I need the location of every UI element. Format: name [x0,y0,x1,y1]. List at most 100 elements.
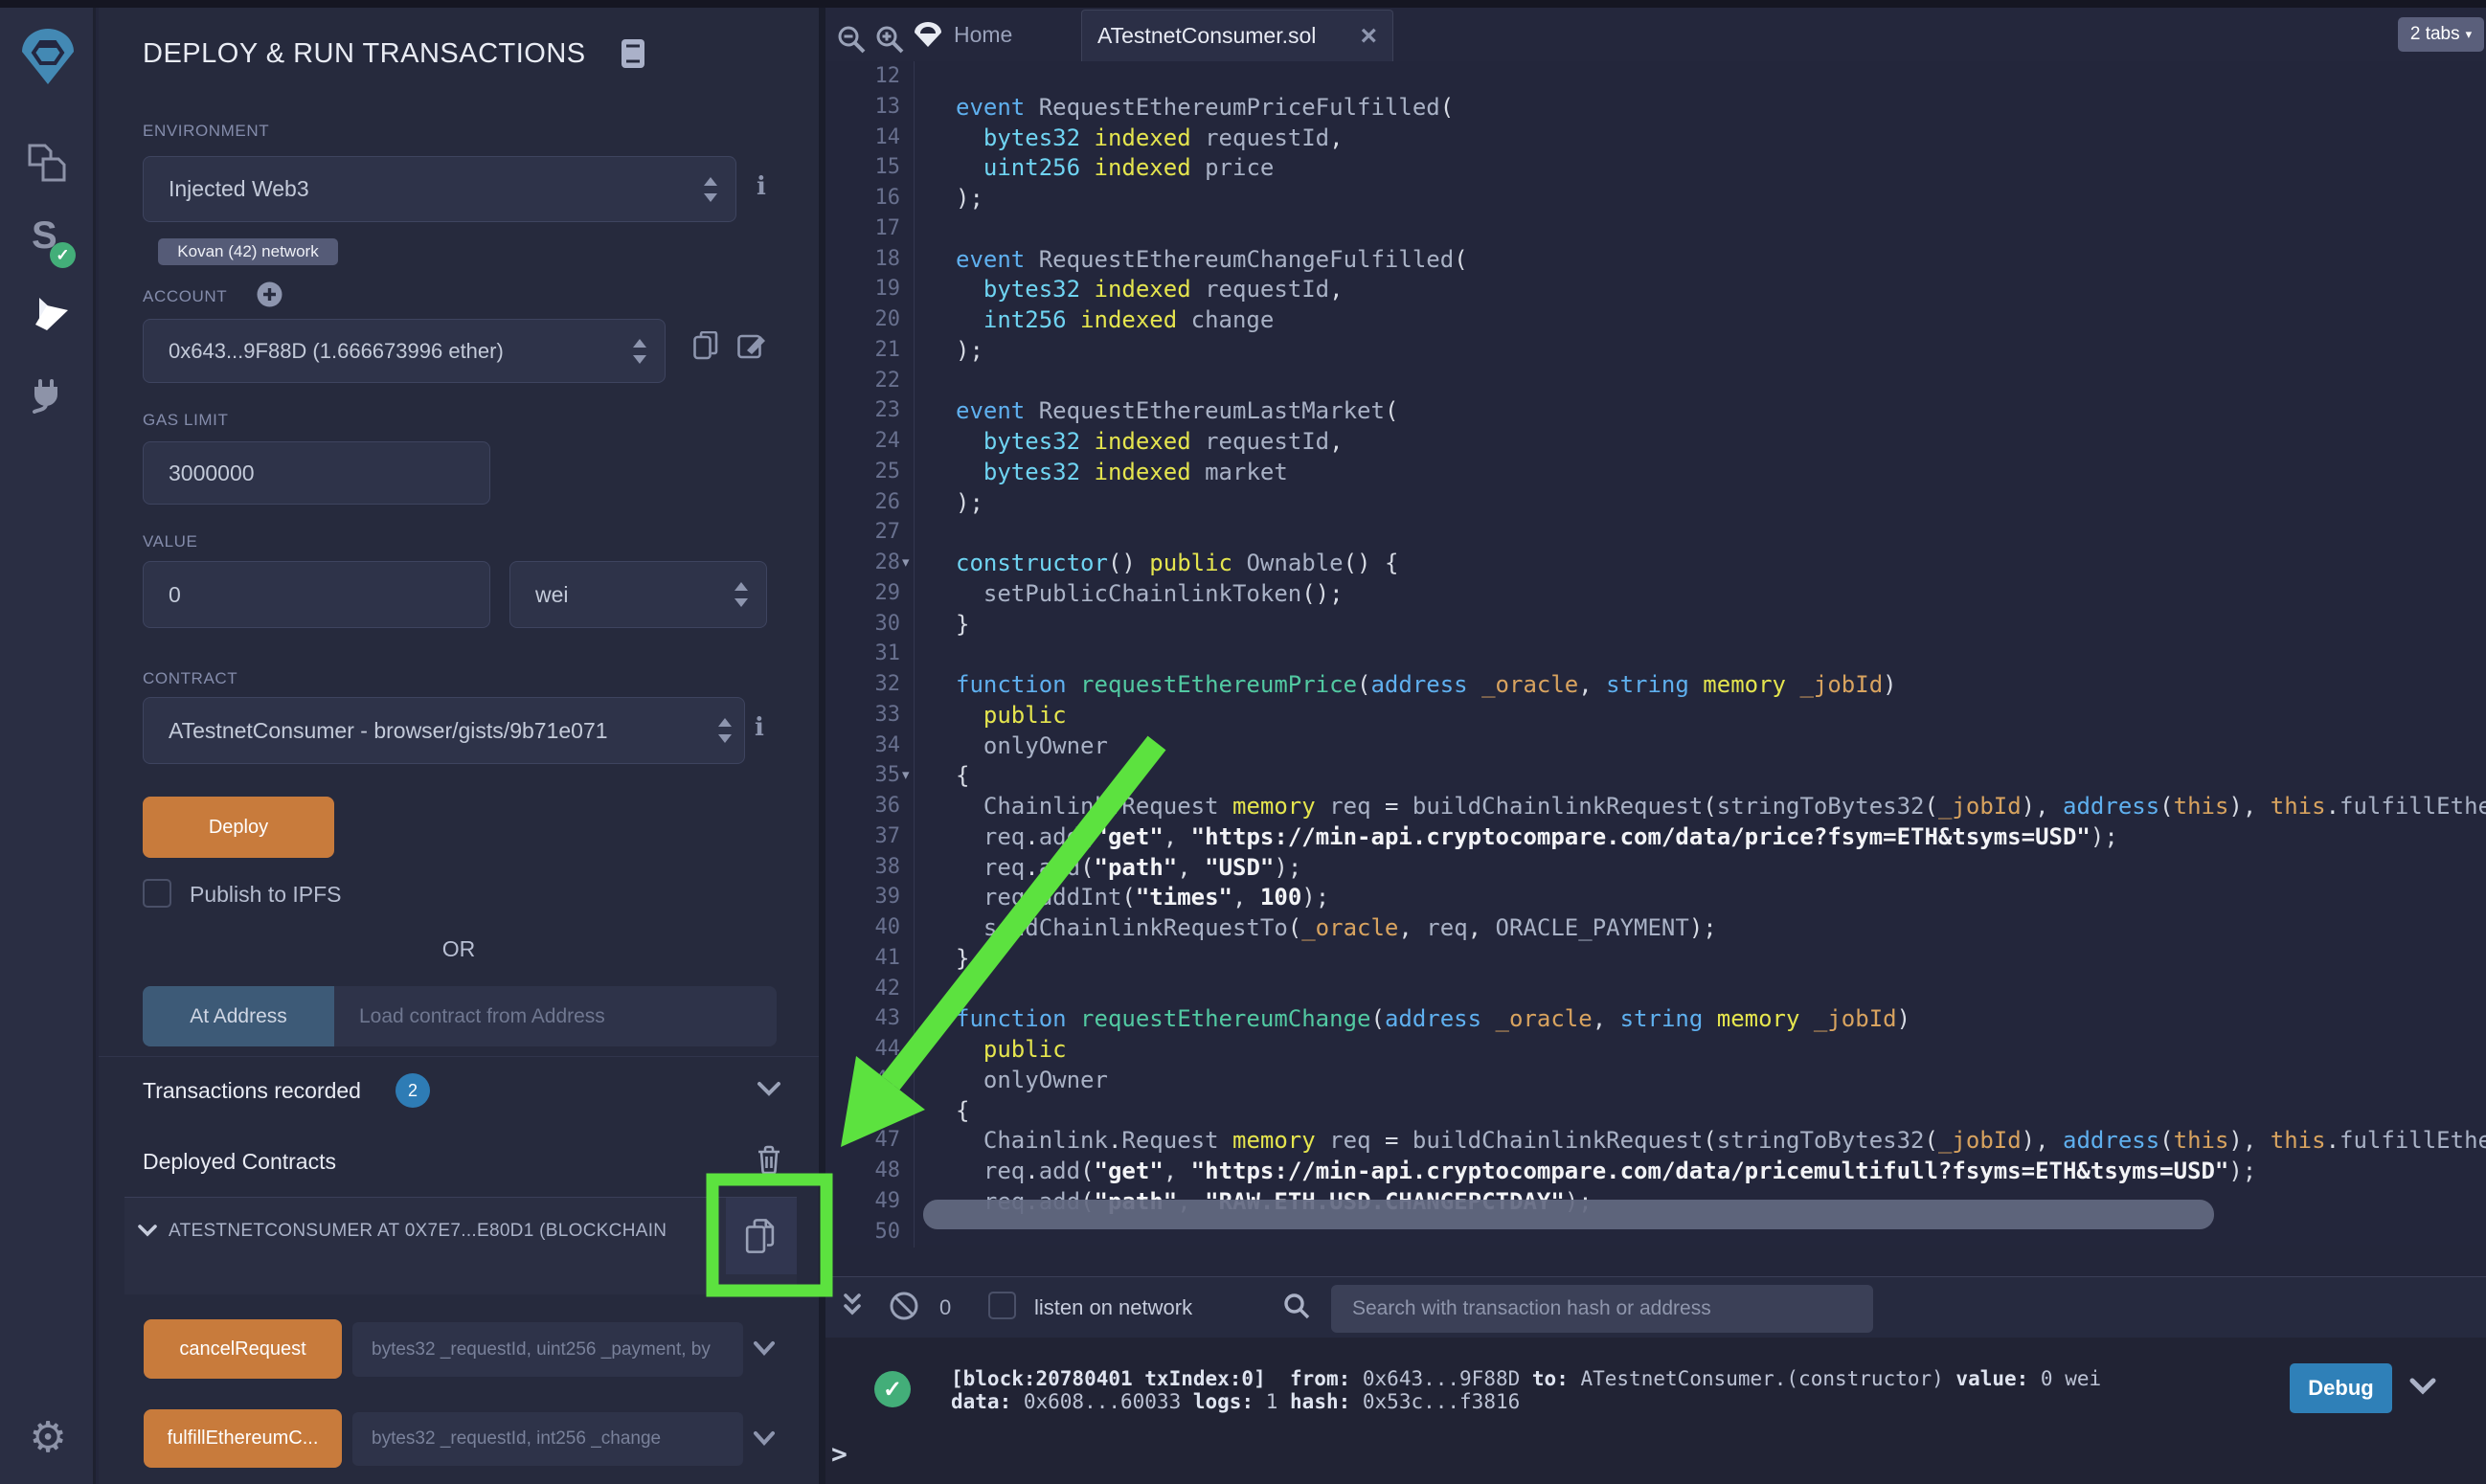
fulfill-ethereum-change-params[interactable]: bytes32 _requestId, int256 _change [352,1412,743,1466]
code-line[interactable]: Chainlink.Request memory req = buildChai… [956,791,2486,821]
solidity-compiler-icon[interactable]: S ✓ [0,220,96,264]
code-line[interactable]: public [956,1034,1067,1065]
code-line[interactable]: { [956,760,969,791]
code-editor[interactable]: 1213event RequestEthereumPriceFulfilled(… [825,61,2486,1245]
cancel-request-params[interactable]: bytes32 _requestId, uint256 _payment, by [352,1322,743,1377]
cancel-request-expand-icon[interactable] [753,1340,776,1356]
at-address-button[interactable]: At Address [143,986,334,1046]
editor-horizontal-scrollbar[interactable] [923,1200,2214,1229]
edit-account-icon[interactable] [737,331,766,360]
zoom-in-icon[interactable] [875,25,904,54]
value-unit-select[interactable]: wei [509,561,767,628]
line-number: 28 [825,548,900,578]
code-line[interactable]: req.add("path", "USD"); [956,852,1301,883]
settings-gear-icon[interactable]: ⚙ [0,1413,96,1462]
code-line[interactable]: Chainlink.Request memory req = buildChai… [956,1125,2486,1156]
code-line[interactable]: bytes32 indexed requestId, [956,274,1344,304]
terminal-log-line[interactable]: [block:20780401 txIndex:0] from: 0x643..… [951,1367,2101,1390]
code-line[interactable]: bytes32 indexed market [956,457,1288,487]
code-line[interactable]: onlyOwner [956,731,1108,761]
code-line[interactable]: int256 indexed change [956,304,1274,335]
line-number: 37 [825,821,900,852]
log-expand-chevron-icon[interactable] [2408,1377,2437,1396]
copy-account-icon[interactable] [693,331,720,362]
code-line[interactable]: ); [956,487,983,518]
gutter-border [914,61,915,1248]
code-line[interactable]: public [956,700,1067,731]
clear-console-ban-icon[interactable] [889,1291,919,1321]
code-line[interactable]: function requestEthereumChange(address _… [956,1003,1910,1034]
terminal-search-input[interactable] [1331,1285,1873,1333]
code-line[interactable]: { [956,1095,969,1126]
documentation-icon[interactable] [621,38,645,69]
code-line[interactable]: req.addInt("times", 100); [956,882,1329,912]
code-line[interactable]: constructor() public Ownable() { [956,548,1398,578]
deploy-button[interactable]: Deploy [143,797,334,858]
code-line[interactable]: req.add("get", "https://min-api.cryptoco… [956,1156,2256,1186]
value-input[interactable] [143,561,490,628]
gas-limit-input[interactable] [143,441,490,505]
terminal-log-line[interactable]: data: 0x608...60033 logs: 1 hash: 0x53c.… [951,1390,1520,1413]
fold-caret-icon[interactable]: ▾ [902,760,910,791]
fulfill-expand-icon[interactable] [753,1430,776,1446]
line-number: 29 [825,578,900,609]
zoom-out-icon[interactable] [837,25,866,54]
line-number: 23 [825,395,900,426]
line-number: 36 [825,791,900,821]
plugin-manager-icon[interactable] [0,371,96,414]
code-line[interactable]: event RequestEthereumPriceFulfilled( [956,92,1454,123]
code-line[interactable]: bytes32 indexed requestId, [956,426,1344,457]
environment-select[interactable]: Injected Web3 [143,156,736,222]
tab-atestnetconsumer[interactable]: ATestnetConsumer.sol × [1081,10,1393,61]
code-line[interactable]: ); [956,183,983,214]
code-line[interactable]: } [956,943,969,974]
transactions-chevron-down-icon[interactable] [757,1080,781,1097]
add-account-icon[interactable] [257,281,282,307]
deploy-and-run-icon[interactable] [0,298,96,336]
activity-bar: S ✓ ⚙ [0,8,96,1484]
listen-network-checkbox[interactable] [988,1292,1016,1319]
fulfill-ethereum-change-button[interactable]: fulfillEthereumC... [144,1409,342,1468]
code-line[interactable]: bytes32 indexed requestId, [956,123,1344,153]
code-line[interactable]: ); [956,335,983,366]
panel-editor-divider[interactable] [819,8,825,1484]
network-badge: Kovan (42) network [158,238,338,265]
publish-ipfs-checkbox[interactable] [143,879,171,908]
fold-caret-icon[interactable]: ▾ [902,548,910,578]
code-line[interactable]: function requestEthereumPrice(address _o… [956,669,1897,700]
cancel-request-button[interactable]: cancelRequest [144,1319,342,1379]
code-line[interactable]: uint256 indexed price [956,152,1274,183]
terminal-search-icon [1283,1293,1310,1319]
select-updown-icon [717,718,733,743]
clear-deployed-trash-icon[interactable] [757,1145,781,1174]
code-line[interactable]: event RequestEthereumChangeFulfilled( [956,244,1468,275]
account-select[interactable]: 0x643...9F88D (1.666673996 ether) [143,319,666,383]
contract-label: CONTRACT [143,669,237,688]
deployed-contract-header[interactable]: ATESTNETCONSUMER AT 0X7E7...E80D1 (BLOCK… [169,1221,711,1242]
copy-contract-address-button[interactable] [726,1198,797,1274]
contract-info-icon[interactable]: i [755,713,764,742]
contract-expand-chevron-icon[interactable] [138,1224,157,1237]
tabs-count-badge[interactable]: 2 tabs ▾ [2398,17,2484,52]
line-number: 26 [825,487,900,518]
code-line[interactable]: onlyOwner [956,1065,1108,1095]
terminal-collapse-double-chevron-icon[interactable] [842,1293,863,1319]
code-line[interactable]: setPublicChainlinkToken(); [956,578,1344,609]
deployed-contract-card[interactable] [124,1197,797,1294]
close-tab-icon[interactable]: × [1360,22,1377,51]
terminal-prompt[interactable]: > [831,1438,848,1470]
tab-home[interactable]: Home [954,8,1012,61]
debug-button[interactable]: Debug [2290,1363,2392,1413]
file-explorer-icon[interactable] [0,144,96,184]
code-line[interactable]: } [956,609,969,640]
value-label: VALUE [143,532,198,551]
environment-info-icon[interactable]: i [757,172,766,201]
at-address-input[interactable] [334,986,777,1046]
code-line[interactable]: event RequestEthereumLastMarket( [956,395,1398,426]
home-tab-remix-icon [912,21,944,50]
code-line[interactable]: sendChainlinkRequestTo(_oracle, req, ORA… [956,912,1717,943]
line-number: 16 [825,183,900,214]
line-number: 15 [825,152,900,183]
code-line[interactable]: req.add("get", "https://min-api.cryptoco… [956,821,2118,852]
contract-select[interactable]: ATestnetConsumer - browser/gists/9b71e07… [143,697,745,764]
